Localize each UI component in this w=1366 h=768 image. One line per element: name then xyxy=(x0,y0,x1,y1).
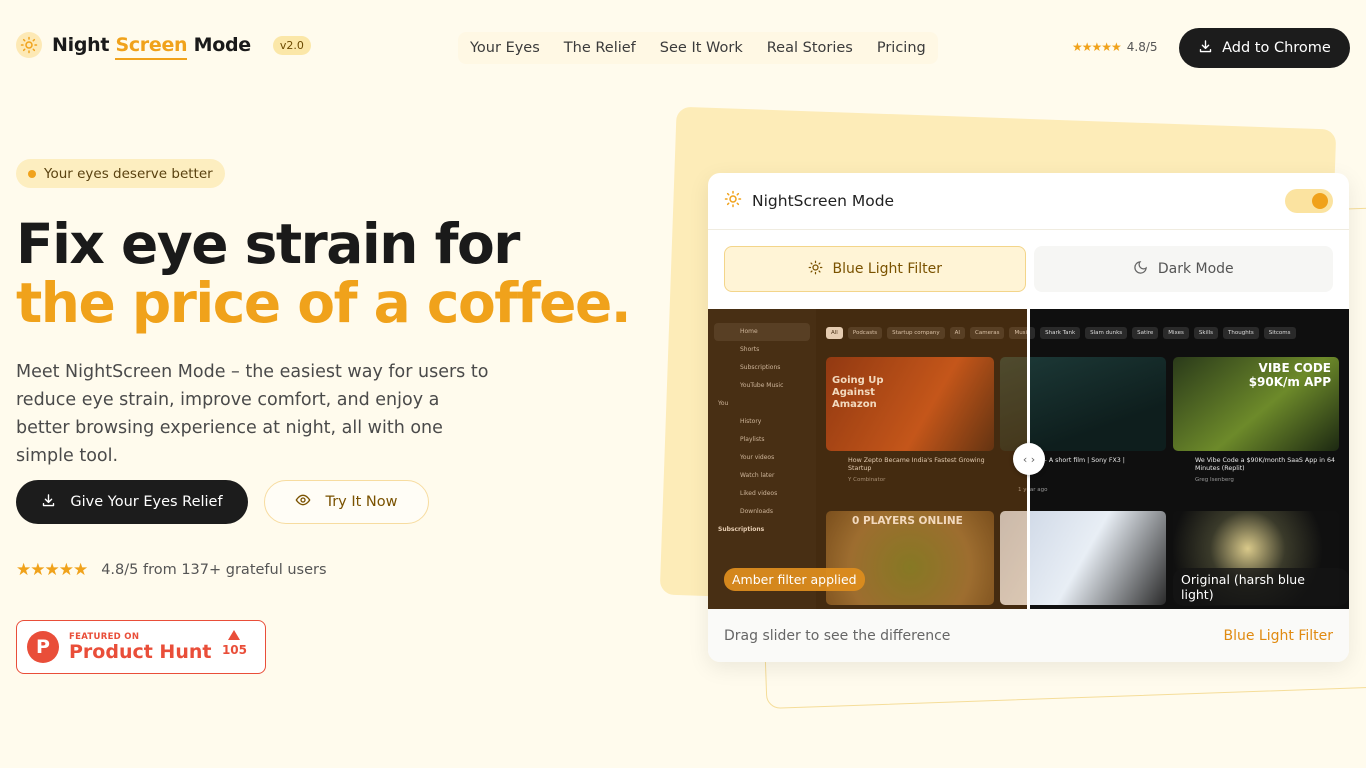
video-title: We Vibe Code a $90K/month SaaS App in 64… xyxy=(1195,457,1335,472)
sidebar-item-you: You xyxy=(718,400,729,407)
chip: Startup company xyxy=(887,327,945,339)
hero-lead: Meet NightScreen Mode – the easiest way … xyxy=(16,362,489,466)
moon-icon xyxy=(1133,260,1148,279)
video-meta: 1 year ago xyxy=(1018,487,1048,493)
upvote-count: 105 xyxy=(222,630,247,657)
nav-your-eyes[interactable]: Your Eyes xyxy=(458,32,552,64)
chip: Shark Tank xyxy=(1040,327,1081,339)
download-icon xyxy=(41,493,56,512)
demo-card-header: NightScreen Mode xyxy=(708,173,1349,230)
chip: All xyxy=(826,327,843,339)
nav-the-relief[interactable]: The Relief xyxy=(552,32,648,64)
video-thumbnail: Going Up Against Amazon xyxy=(826,357,994,451)
video-title: How Zepto Became India's Fastest Growing… xyxy=(848,457,985,472)
sidebar-subscriptions-heading: Subscriptions xyxy=(718,526,765,533)
video-meta: Greg Isenberg xyxy=(1195,477,1234,483)
chip: Podcasts xyxy=(847,327,883,339)
dot-icon xyxy=(28,169,36,178)
chip: Mixes xyxy=(1163,327,1189,339)
version-badge: v2.0 xyxy=(272,35,311,55)
sidebar-item-watch-later: Watch later xyxy=(740,472,775,479)
download-icon xyxy=(1198,39,1213,58)
comparison-screenshot: Home Shorts Subscriptions YouTube Music … xyxy=(708,309,1349,609)
main-nav: Your Eyes The Relief See It Work Real St… xyxy=(458,32,938,64)
sidebar-item-playlists: Playlists xyxy=(740,436,765,443)
star-icons: ★★★★★ xyxy=(16,560,88,580)
video-thumbnail xyxy=(1000,511,1166,605)
sidebar-item-shorts: Shorts xyxy=(740,346,760,353)
slider-handle-icon[interactable]: ‹ › xyxy=(1013,443,1045,475)
logo[interactable]: Night Screen Mode v2.0 xyxy=(16,32,311,60)
sidebar-item-your-videos: Your videos xyxy=(740,454,775,461)
star-icons: ★★★★★ xyxy=(1072,40,1122,54)
sidebar-item-history: History xyxy=(740,418,762,425)
label-original: Original (harsh blue light) xyxy=(1173,568,1349,606)
hero-rating: ★★★★★ 4.8/5 from 137+ grateful users xyxy=(16,560,327,580)
sun-icon xyxy=(724,190,742,212)
tab-dark-mode[interactable]: Dark Mode xyxy=(1033,246,1333,292)
chip: Thoughts xyxy=(1223,327,1259,339)
hero-badge: Your eyes deserve better xyxy=(16,159,225,188)
youtube-sidebar: Home Shorts Subscriptions YouTube Music … xyxy=(708,309,816,609)
extension-toggle[interactable] xyxy=(1285,189,1333,213)
active-mode-label: Blue Light Filter xyxy=(1223,627,1334,644)
chip: Music xyxy=(1009,327,1036,339)
mode-tabs: Blue Light Filter Dark Mode xyxy=(724,246,1333,292)
add-to-chrome-button[interactable]: Add to Chrome xyxy=(1179,28,1350,68)
sun-icon xyxy=(16,32,42,58)
sidebar-item-subscriptions: Subscriptions xyxy=(740,364,781,371)
hero-title-line1: Fix eye strain for xyxy=(16,212,520,276)
brand-name: Night Screen Mode xyxy=(52,34,251,60)
sidebar-item-music: YouTube Music xyxy=(740,382,784,389)
sidebar-item-downloads: Downloads xyxy=(740,508,773,515)
demo-card: NightScreen Mode Blue Light Filter Dark … xyxy=(708,173,1349,662)
give-eyes-relief-button[interactable]: Give Your Eyes Relief xyxy=(16,480,248,524)
drag-hint: Drag slider to see the difference xyxy=(724,627,951,644)
producthunt-logo-icon: P xyxy=(27,631,59,663)
demo-card-title: NightScreen Mode xyxy=(752,192,895,210)
video-meta: Y Combinator xyxy=(848,477,886,483)
video-thumbnail xyxy=(1000,357,1166,451)
video-thumbnail: VIBE CODE $90K/m APP xyxy=(1173,357,1339,451)
chip: Satire xyxy=(1132,327,1159,339)
sidebar-item-home: Home xyxy=(714,323,810,341)
chip: Skills xyxy=(1193,327,1218,339)
chip: AI xyxy=(949,327,965,339)
hero-title-line2: the price of a coffee. xyxy=(16,271,632,335)
sun-icon xyxy=(808,260,823,279)
site-header: Night Screen Mode v2.0 Your Eyes The Rel… xyxy=(0,0,1366,96)
nav-pricing[interactable]: Pricing xyxy=(865,32,938,64)
producthunt-badge[interactable]: P FEATURED ON Product Hunt 105 xyxy=(16,620,266,674)
chip: Cameras xyxy=(970,327,1005,339)
nav-real-stories[interactable]: Real Stories xyxy=(755,32,865,64)
upvote-icon xyxy=(228,630,241,640)
tab-blue-light-filter[interactable]: Blue Light Filter xyxy=(724,246,1026,292)
sidebar-item-liked: Liked videos xyxy=(740,490,778,497)
header-rating: ★★★★★ 4.8/5 xyxy=(1072,40,1158,54)
eye-icon xyxy=(295,492,311,512)
chip: Slam dunks xyxy=(1085,327,1128,339)
demo-card-footer: Drag slider to see the difference Blue L… xyxy=(708,609,1349,662)
chip: Sitcoms xyxy=(1263,327,1296,339)
label-amber-filter: Amber filter applied xyxy=(724,568,865,591)
youtube-chips: All Podcasts Startup company AI Cameras … xyxy=(826,327,1296,339)
nav-see-it-work[interactable]: See It Work xyxy=(648,32,755,64)
try-it-now-button[interactable]: Try It Now xyxy=(264,480,429,524)
